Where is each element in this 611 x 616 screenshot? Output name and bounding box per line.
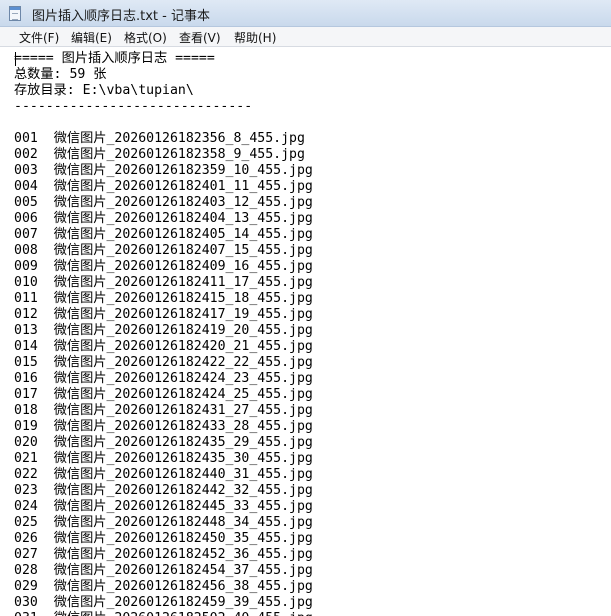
text-line: 011 微信图片_20260126182415_18_455.jpg bbox=[14, 291, 313, 306]
text-line: 存放目录: E:\vba\tupian\ bbox=[14, 83, 194, 98]
text-line: 028 微信图片_20260126182454_37_455.jpg bbox=[14, 563, 313, 578]
menu-format[interactable]: 格式(O) bbox=[120, 29, 171, 46]
text-line: 004 微信图片_20260126182401_11_455.jpg bbox=[14, 179, 313, 194]
text-line: 总数量: 59 张 bbox=[14, 67, 107, 82]
menu-bar: 文件(F) 编辑(E) 格式(O) 查看(V) 帮助(H) bbox=[0, 27, 611, 47]
text-line: 006 微信图片_20260126182404_13_455.jpg bbox=[14, 211, 313, 226]
text-line: 013 微信图片_20260126182419_20_455.jpg bbox=[14, 323, 313, 338]
text-line: 030 微信图片_20260126182459_39_455.jpg bbox=[14, 595, 313, 610]
menu-view[interactable]: 查看(V) bbox=[175, 29, 225, 46]
text-line: 003 微信图片_20260126182359_10_455.jpg bbox=[14, 163, 313, 178]
menu-file[interactable]: 文件(F) bbox=[15, 29, 63, 46]
text-line: 015 微信图片_20260126182422_22_455.jpg bbox=[14, 355, 313, 370]
text-line: 002 微信图片_20260126182358_9_455.jpg bbox=[14, 147, 305, 162]
text-line: 029 微信图片_20260126182456_38_455.jpg bbox=[14, 579, 313, 594]
text-line: 021 微信图片_20260126182435_30_455.jpg bbox=[14, 451, 313, 466]
text-line: 005 微信图片_20260126182403_12_455.jpg bbox=[14, 195, 313, 210]
menu-edit[interactable]: 编辑(E) bbox=[67, 29, 116, 46]
text-line: 026 微信图片_20260126182450_35_455.jpg bbox=[14, 531, 313, 546]
text-line: 016 微信图片_20260126182424_23_455.jpg bbox=[14, 371, 313, 386]
text-line: 001 微信图片_20260126182356_8_455.jpg bbox=[14, 131, 305, 146]
text-line: 007 微信图片_20260126182405_14_455.jpg bbox=[14, 227, 313, 242]
text-line: 023 微信图片_20260126182442_32_455.jpg bbox=[14, 483, 313, 498]
document-text: ===== 图片插入顺序日志 ===== 总数量: 59 张存放目录: E:\vb… bbox=[14, 51, 313, 616]
window-title: 图片插入顺序日志.txt - 记事本 bbox=[32, 9, 210, 24]
text-line bbox=[14, 115, 313, 131]
text-line: 012 微信图片_20260126182417_19_455.jpg bbox=[14, 307, 313, 322]
text-line: 020 微信图片_20260126182435_29_455.jpg bbox=[14, 435, 313, 450]
notepad-icon bbox=[9, 6, 21, 21]
text-line: 018 微信图片_20260126182431_27_455.jpg bbox=[14, 403, 313, 418]
title-bar[interactable]: 图片插入顺序日志.txt - 记事本 bbox=[0, 0, 611, 27]
text-line: 022 微信图片_20260126182440_31_455.jpg bbox=[14, 467, 313, 482]
text-editor[interactable]: ===== 图片插入顺序日志 ===== 总数量: 59 张存放目录: E:\vb… bbox=[0, 47, 611, 616]
text-line: 031 微信图片_20260126182502_40_455.jpg bbox=[14, 611, 313, 616]
text-line: 025 微信图片_20260126182448_34_455.jpg bbox=[14, 515, 313, 530]
text-line: 009 微信图片_20260126182409_16_455.jpg bbox=[14, 259, 313, 274]
text-line: 010 微信图片_20260126182411_17_455.jpg bbox=[14, 275, 313, 290]
text-line: 014 微信图片_20260126182420_21_455.jpg bbox=[14, 339, 313, 354]
text-line: 017 微信图片_20260126182424_25_455.jpg bbox=[14, 387, 313, 402]
text-line: 027 微信图片_20260126182452_36_455.jpg bbox=[14, 547, 313, 562]
text-line: ------------------------------ bbox=[14, 99, 253, 114]
menu-help[interactable]: 帮助(H) bbox=[230, 29, 280, 46]
text-line: ===== 图片插入顺序日志 ===== bbox=[14, 51, 215, 66]
text-line: 008 微信图片_20260126182407_15_455.jpg bbox=[14, 243, 313, 258]
text-line: 019 微信图片_20260126182433_28_455.jpg bbox=[14, 419, 313, 434]
text-line: 024 微信图片_20260126182445_33_455.jpg bbox=[14, 499, 313, 514]
